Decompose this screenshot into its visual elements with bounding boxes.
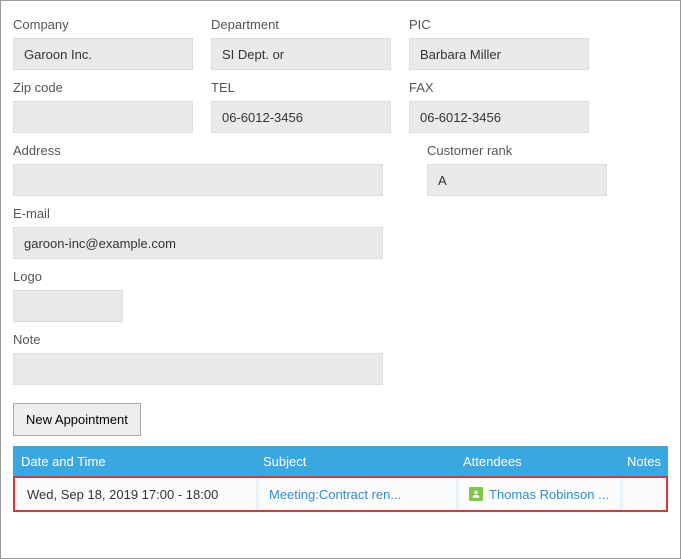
td-datetime: Wed, Sep 18, 2019 17:00 - 18:00: [17, 478, 257, 510]
label-fax: FAX: [409, 80, 589, 95]
th-subject: Subject: [255, 454, 455, 469]
value-rank: A: [438, 173, 447, 188]
value-fax: 06-6012-3456: [420, 110, 501, 125]
label-address: Address: [13, 143, 383, 158]
field-department: Department SI Dept. or: [211, 11, 391, 70]
input-department[interactable]: SI Dept. or: [211, 38, 391, 70]
label-tel: TEL: [211, 80, 391, 95]
table-header: Date and Time Subject Attendees Notes: [13, 446, 668, 476]
link-attendee[interactable]: Thomas Robinson ...: [489, 487, 609, 502]
field-address: Address: [13, 137, 383, 196]
label-logo: Logo: [13, 269, 123, 284]
input-note[interactable]: [13, 353, 383, 385]
appointment-table: Date and Time Subject Attendees Notes We…: [13, 446, 668, 512]
input-logo[interactable]: [13, 290, 123, 322]
label-note: Note: [13, 332, 383, 347]
value-department: SI Dept. or: [222, 47, 284, 62]
value-pic: Barbara Miller: [420, 47, 501, 62]
user-icon: [469, 487, 483, 501]
field-company: Company Garoon Inc.: [13, 11, 193, 70]
field-zip: Zip code: [13, 74, 193, 133]
input-email[interactable]: garoon-inc@example.com: [13, 227, 383, 259]
field-note: Note: [13, 326, 383, 385]
input-rank[interactable]: A: [427, 164, 607, 196]
td-subject[interactable]: Meeting:Contract ren...: [259, 478, 457, 510]
th-datetime: Date and Time: [13, 454, 255, 469]
cell-datetime: Wed, Sep 18, 2019 17:00 - 18:00: [27, 487, 218, 502]
field-pic: PIC Barbara Miller: [409, 11, 589, 70]
field-fax: FAX 06-6012-3456: [409, 74, 589, 133]
label-department: Department: [211, 17, 391, 32]
label-company: Company: [13, 17, 193, 32]
td-attendees[interactable]: Thomas Robinson ...: [459, 478, 621, 510]
input-company[interactable]: Garoon Inc.: [13, 38, 193, 70]
table-row[interactable]: Wed, Sep 18, 2019 17:00 - 18:00 Meeting:…: [13, 476, 668, 512]
field-email: E-mail garoon-inc@example.com: [13, 200, 383, 259]
value-email: garoon-inc@example.com: [24, 236, 176, 251]
input-zip[interactable]: [13, 101, 193, 133]
label-zip: Zip code: [13, 80, 193, 95]
input-address[interactable]: [13, 164, 383, 196]
input-pic[interactable]: Barbara Miller: [409, 38, 589, 70]
label-email: E-mail: [13, 206, 383, 221]
link-subject[interactable]: Meeting:Contract ren...: [269, 487, 401, 502]
field-logo: Logo: [13, 263, 123, 322]
td-notes: [623, 478, 666, 510]
input-fax[interactable]: 06-6012-3456: [409, 101, 589, 133]
th-attendees: Attendees: [455, 454, 619, 469]
value-tel: 06-6012-3456: [222, 110, 303, 125]
form-area: Company Garoon Inc. Department SI Dept. …: [13, 11, 668, 436]
label-rank: Customer rank: [427, 143, 607, 158]
new-appointment-button[interactable]: New Appointment: [13, 403, 141, 436]
input-tel[interactable]: 06-6012-3456: [211, 101, 391, 133]
field-tel: TEL 06-6012-3456: [211, 74, 391, 133]
field-rank: Customer rank A: [427, 137, 607, 196]
label-pic: PIC: [409, 17, 589, 32]
th-notes: Notes: [619, 454, 668, 469]
value-company: Garoon Inc.: [24, 47, 92, 62]
